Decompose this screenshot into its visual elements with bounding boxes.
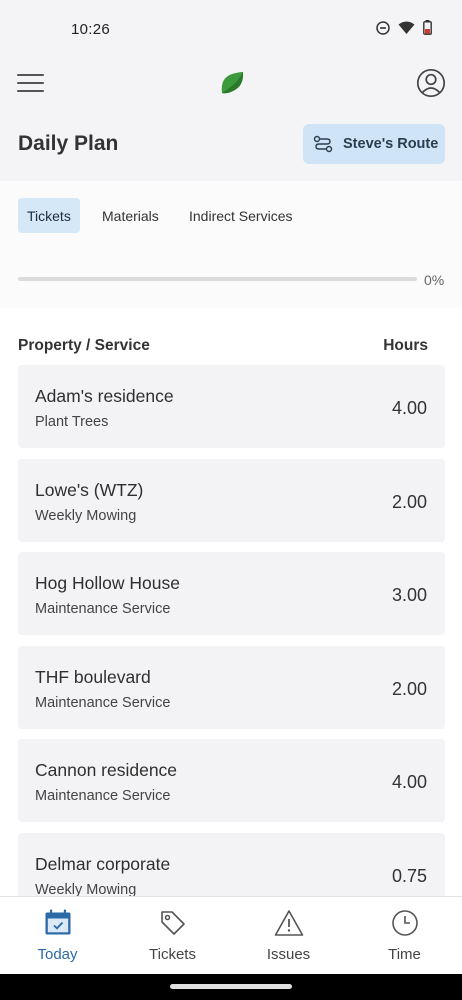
column-header-property: Property / Service [18,337,150,354]
list-item[interactable]: THF boulevard Maintenance Service 2.00 [18,645,445,729]
nav-time-label: Time [388,946,421,963]
wifi-icon [398,21,415,34]
title-row: Daily Plan Steve's Route [0,120,462,180]
service-name: Maintenance Service [35,788,171,804]
rows-container: Adam's residence Plant Trees 4.00 Lowe's… [18,365,445,896]
tab-tickets[interactable]: Tickets [18,198,80,233]
route-button[interactable]: Steve's Route [303,124,445,164]
status-icons [376,20,432,35]
menu-button[interactable] [17,72,45,94]
nav-issues-label: Issues [266,946,311,963]
account-icon[interactable] [416,68,446,98]
nav-time[interactable]: Time [347,897,462,975]
page-title: Daily Plan [18,132,119,155]
route-button-label: Steve's Route [343,136,439,152]
tab-indirect-services[interactable]: Indirect Services [180,198,301,233]
warning-icon [274,910,303,936]
hours-value: 2.00 [391,491,427,512]
list-header: Property / Service Hours [18,337,428,357]
leaf-logo-icon [221,72,244,94]
hours-value: 4.00 [391,772,427,792]
list-item[interactable]: Lowe's (WTZ) Weekly Mowing 2.00 [18,458,445,542]
property-name: Hog Hollow House [35,573,180,593]
list-item[interactable]: Delmar corporate Weekly Mowing 0.75 [18,832,445,897]
progress-percent: 0% [424,272,445,288]
service-name: Weekly Mowing [35,507,137,524]
service-name: Maintenance Service [35,601,171,617]
service-name: Plant Trees [35,414,109,430]
service-name: Maintenance Service [35,694,171,711]
nav-tickets[interactable]: Tickets [115,897,230,975]
bottom-nav: Today Tickets Issues Time [0,896,462,974]
do-not-disturb-icon [376,20,390,35]
hamburger-icon-line [17,74,44,76]
route-icon [313,135,333,153]
tabs-panel: Tickets Materials Indirect Services 0% [0,181,462,308]
hours-value: 4.00 [391,398,427,418]
property-name: Lowe's (WTZ) [35,479,144,500]
nav-today[interactable]: Today [0,897,115,975]
progress-bar [18,277,417,281]
column-header-hours: Hours [383,337,428,354]
system-nav-bar [0,974,462,1000]
hamburger-icon-line [17,82,44,84]
property-name: Delmar corporate [35,853,171,874]
ticket-list: Property / Service Hours Adam's residenc… [0,308,462,896]
property-name: Adam's residence [35,386,174,406]
list-item[interactable]: Cannon residence Maintenance Service 4.0… [18,739,445,822]
status-time: 10:26 [71,21,111,38]
home-gesture-bar[interactable] [170,984,292,989]
hours-value: 2.00 [391,678,427,699]
hamburger-icon-line [17,90,44,92]
calendar-icon [45,909,70,935]
nav-issues[interactable]: Issues [231,897,346,975]
property-name: Cannon residence [35,760,178,780]
app-header [0,58,462,110]
nav-tickets-label: Tickets [149,946,196,963]
list-item[interactable]: Hog Hollow House Maintenance Service 3.0… [18,552,445,635]
property-name: THF boulevard [35,666,151,687]
service-name: Weekly Mowing [35,881,137,897]
hours-value: 3.00 [391,585,427,605]
tag-icon [160,911,185,935]
hours-value: 0.75 [391,865,427,886]
tab-materials[interactable]: Materials [93,198,168,233]
status-bar: 10:26 [0,0,462,58]
nav-today-label: Today [37,946,78,963]
battery-icon [423,20,432,35]
clock-icon [391,910,418,936]
list-item[interactable]: Adam's residence Plant Trees 4.00 [18,365,445,448]
